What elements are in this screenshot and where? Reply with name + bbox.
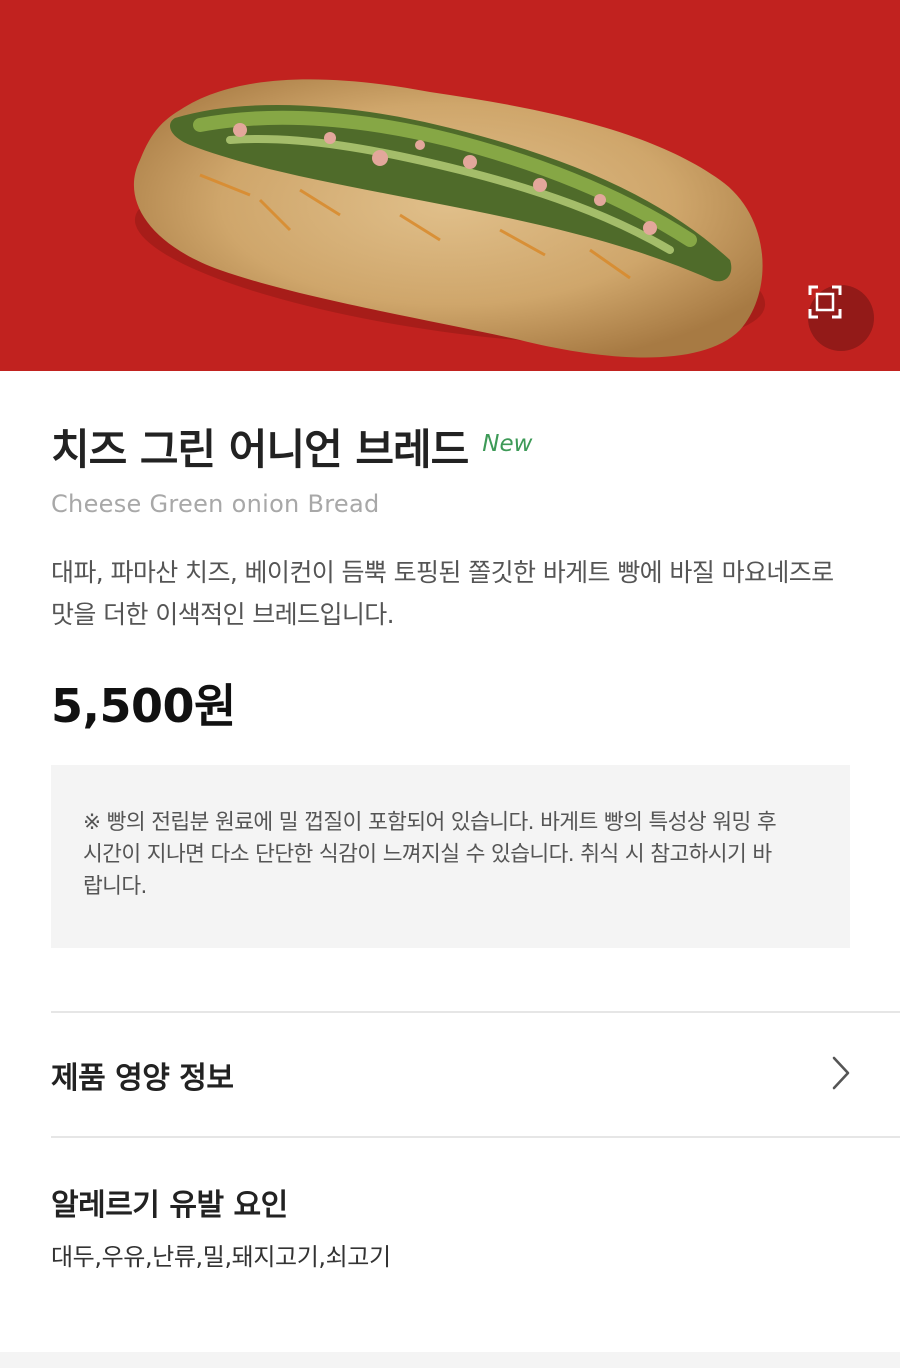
product-detail-page: 치즈 그린 어니언 브레드 New Cheese Green onion Bre… [0, 0, 900, 1368]
nutrition-info-row[interactable]: 제품 영양 정보 [51, 1013, 900, 1136]
notice-box: ※ 빵의 전립분 원료에 밀 껍질이 포함되어 있습니다. 바게트 빵의 특성상… [51, 765, 850, 948]
divider [51, 1136, 900, 1138]
product-title: 치즈 그린 어니언 브레드 [51, 425, 469, 474]
image-zoom-button[interactable] [808, 285, 874, 351]
product-title-row: 치즈 그린 어니언 브레드 New [51, 418, 532, 478]
nutrition-info-label: 제품 영양 정보 [51, 1060, 234, 1096]
expand-frame-icon [808, 285, 842, 319]
notice-text: ※ 빵의 전립분 원료에 밀 껍질이 포함되어 있습니다. 바게트 빵의 특성상… [83, 810, 777, 899]
product-price: 5,500원 [51, 679, 236, 733]
product-english-name: Cheese Green onion Bread [51, 490, 380, 518]
chevron-right-icon [832, 1056, 850, 1090]
bread-illustration [133, 79, 766, 358]
product-description: 대파, 파마산 치즈, 베이컨이 듬뿍 토핑된 쫄깃한 바게트 빵에 바질 마요… [51, 558, 834, 629]
new-badge: New [482, 431, 533, 457]
product-image [0, 0, 900, 371]
allergy-list: 대두,우유,난류,밀,돼지고기,쇠고기 [51, 1243, 391, 1271]
allergy-title: 알레르기 유발 요인 [51, 1188, 288, 1223]
bottom-strip [0, 1352, 900, 1368]
